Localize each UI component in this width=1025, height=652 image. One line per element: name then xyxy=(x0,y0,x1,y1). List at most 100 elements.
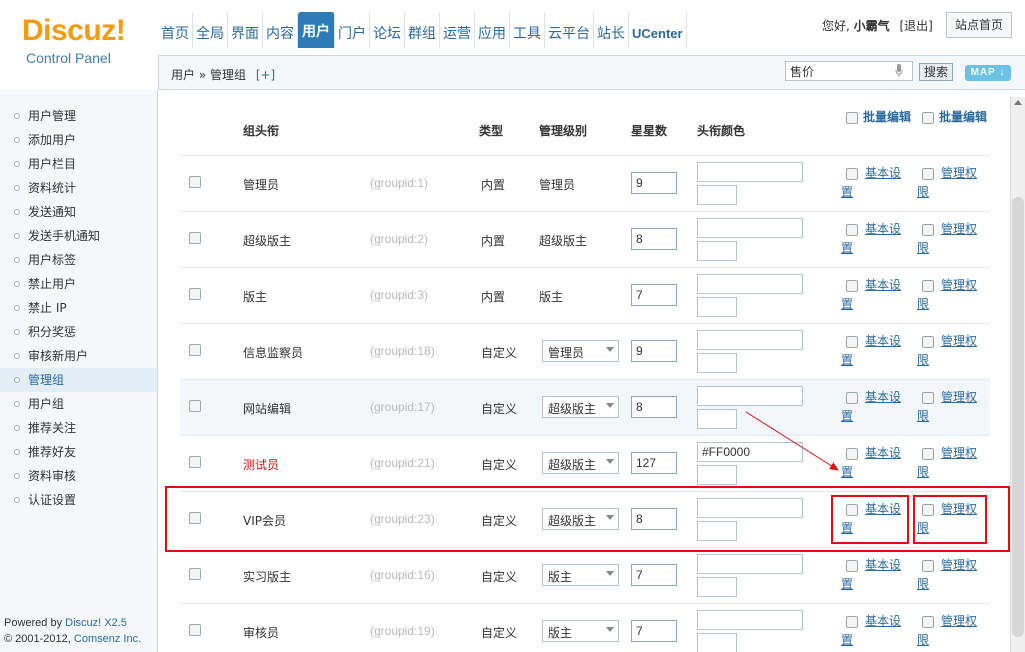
color-picker-box[interactable] xyxy=(697,297,737,317)
sidebar-item[interactable]: 禁止 IP xyxy=(0,296,157,320)
basic-settings-link[interactable]: 基本设置 xyxy=(841,276,911,314)
permissions-link[interactable]: 管理权限 xyxy=(917,276,987,314)
company-link[interactable]: Comsenz Inc. xyxy=(74,633,141,645)
stars-input[interactable]: 7 xyxy=(631,564,677,586)
color-picker-box[interactable] xyxy=(697,185,737,205)
admin-level-select[interactable]: 超级版主 xyxy=(542,452,619,474)
sidebar-item[interactable]: 管理组 xyxy=(0,368,157,392)
color-picker-box[interactable] xyxy=(697,465,737,485)
sidebar-item[interactable]: 推荐好友 xyxy=(0,440,157,464)
scroll-thumb[interactable] xyxy=(1012,197,1024,637)
search-input[interactable]: 售价 xyxy=(785,61,913,81)
row-checkbox[interactable] xyxy=(189,344,201,356)
sidebar-item[interactable]: 发送通知 xyxy=(0,200,157,224)
permissions-link[interactable]: 管理权限 xyxy=(917,444,987,482)
logout-link[interactable]: [退出] xyxy=(900,19,933,33)
sidebar-item[interactable]: 积分奖惩 xyxy=(0,320,157,344)
nav-tab[interactable]: 站长 xyxy=(594,12,629,48)
admin-level-select[interactable]: 版主 xyxy=(542,564,619,586)
site-home-button[interactable]: 站点首页 xyxy=(946,12,1012,38)
sidebar-item[interactable]: 发送手机通知 xyxy=(0,224,157,248)
admin-level-select[interactable]: 版主 xyxy=(542,620,619,642)
permissions-link[interactable]: 管理权限 xyxy=(917,612,987,650)
search-button[interactable]: 搜索 xyxy=(919,63,953,81)
color-picker-box[interactable] xyxy=(697,241,737,261)
nav-tab[interactable]: 内容 xyxy=(263,12,298,48)
permissions-link[interactable]: 管理权限 xyxy=(917,164,987,202)
sidebar-item[interactable]: 禁止用户 xyxy=(0,272,157,296)
stars-input[interactable]: 7 xyxy=(631,284,677,306)
basic-settings-link[interactable]: 基本设置 xyxy=(841,164,911,202)
add-to-menu-link[interactable]: [+] xyxy=(256,68,275,82)
title-color-input[interactable] xyxy=(697,162,803,182)
title-color-input[interactable] xyxy=(697,330,803,350)
bulk-edit-basic-label[interactable]: 批量编辑 xyxy=(841,108,911,127)
vertical-scrollbar[interactable] xyxy=(1010,97,1025,652)
title-color-input[interactable] xyxy=(697,554,803,574)
nav-tab[interactable]: 首页 xyxy=(158,12,193,48)
scroll-up-icon[interactable] xyxy=(1014,100,1022,105)
sidebar-item[interactable]: 资料审核 xyxy=(0,464,157,488)
row-checkbox[interactable] xyxy=(189,288,201,300)
nav-tab[interactable]: 论坛 xyxy=(370,12,405,48)
sidebar-item[interactable]: 审核新用户 xyxy=(0,344,157,368)
basic-settings-link[interactable]: 基本设置 xyxy=(841,556,911,594)
nav-tab[interactable]: 工具 xyxy=(510,12,545,48)
nav-tab[interactable]: 门户 xyxy=(335,12,370,48)
nav-tab[interactable]: 界面 xyxy=(228,12,263,48)
row-checkbox[interactable] xyxy=(189,232,201,244)
sidebar-item[interactable]: 添加用户 xyxy=(0,128,157,152)
nav-tab[interactable]: 云平台 xyxy=(545,12,594,48)
title-color-input[interactable] xyxy=(697,386,803,406)
stars-input[interactable]: 8 xyxy=(631,228,677,250)
row-checkbox[interactable] xyxy=(189,176,201,188)
color-picker-box[interactable] xyxy=(697,353,737,373)
basic-settings-link[interactable]: 基本设置 xyxy=(841,332,911,370)
powered-brand-link[interactable]: Discuz! X2.5 xyxy=(65,617,127,629)
permissions-link[interactable]: 管理权限 xyxy=(917,388,987,426)
nav-tab[interactable]: UCenter xyxy=(629,12,687,48)
sidebar-item[interactable]: 用户标签 xyxy=(0,248,157,272)
admin-level-select[interactable]: 管理员 xyxy=(542,340,619,362)
nav-tab[interactable]: 全局 xyxy=(193,12,228,48)
nav-tab[interactable]: 应用 xyxy=(475,12,510,48)
stars-input[interactable]: 9 xyxy=(631,340,677,362)
title-color-input[interactable] xyxy=(697,274,803,294)
sidebar-item[interactable]: 用户栏目 xyxy=(0,152,157,176)
sidebar-item-label: 禁止用户 xyxy=(28,277,77,291)
row-checkbox[interactable] xyxy=(189,568,201,580)
stars-input[interactable]: 9 xyxy=(631,172,677,194)
nav-tab[interactable]: 运营 xyxy=(440,12,475,48)
admin-level-select[interactable]: 超级版主 xyxy=(542,396,619,418)
row-checkbox[interactable] xyxy=(189,456,201,468)
basic-settings-link[interactable]: 基本设置 xyxy=(841,388,911,426)
stars-input[interactable]: 8 xyxy=(631,396,677,418)
color-picker-box[interactable] xyxy=(697,577,737,597)
basic-settings-link[interactable]: 基本设置 xyxy=(841,220,911,258)
title-color-input[interactable] xyxy=(697,218,803,238)
sidebar-item[interactable]: 用户组 xyxy=(0,392,157,416)
logo[interactable]: Discuz! Control Panel xyxy=(0,0,158,90)
stars-input[interactable]: 7 xyxy=(631,620,677,642)
nav-tab[interactable]: 群组 xyxy=(405,12,440,48)
permissions-link[interactable]: 管理权限 xyxy=(917,556,987,594)
bulk-edit-perm-label[interactable]: 批量编辑 xyxy=(917,108,987,127)
color-picker-box[interactable] xyxy=(697,633,737,652)
title-color-input[interactable] xyxy=(697,610,803,630)
permissions-link[interactable]: 管理权限 xyxy=(917,220,987,258)
sidebar-item[interactable]: 资料统计 xyxy=(0,176,157,200)
sidebar-item[interactable]: 认证设置 xyxy=(0,488,157,512)
basic-settings-link[interactable]: 基本设置 xyxy=(841,444,911,482)
sidebar-item[interactable]: 推荐关注 xyxy=(0,416,157,440)
basic-settings-link[interactable]: 基本设置 xyxy=(841,612,911,650)
row-checkbox[interactable] xyxy=(189,624,201,636)
color-picker-box[interactable] xyxy=(697,409,737,429)
row-checkbox[interactable] xyxy=(189,400,201,412)
permissions-link[interactable]: 管理权限 xyxy=(917,332,987,370)
sidebar-item[interactable]: 用户管理 xyxy=(0,104,157,128)
map-button[interactable]: MAP ↓ xyxy=(965,65,1011,81)
nav-tab[interactable]: 用户 xyxy=(298,12,335,48)
title-color-input[interactable]: #FF0000 xyxy=(697,442,803,462)
microphone-icon[interactable] xyxy=(895,64,903,78)
stars-input[interactable]: 127 xyxy=(631,452,677,474)
